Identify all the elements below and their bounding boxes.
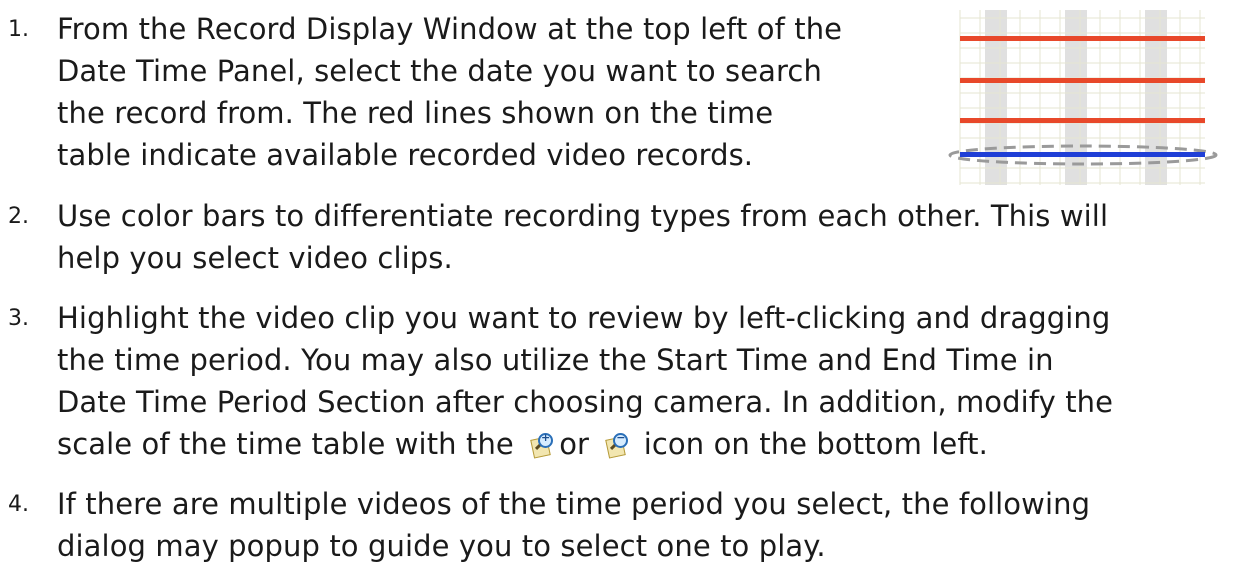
step-number: 4. [8, 492, 29, 517]
step-text-line: help you select video clips. [57, 241, 453, 275]
step-text-line: Date Time Panel, select the date you wan… [57, 54, 822, 88]
step-number: 3. [8, 306, 29, 331]
step-text-line: the record from. The red lines shown on … [57, 96, 774, 130]
recorded-video-row [960, 36, 1205, 41]
step-text-line: From the Record Display Window at the to… [57, 12, 843, 46]
step-text-line: Use color bars to differentiate recordin… [57, 199, 1109, 233]
recorded-video-row [960, 118, 1205, 123]
step-text-segment: or [559, 427, 590, 461]
time-table-graphic [948, 10, 1218, 185]
step-text-line-with-icons: scale of the time table with the + or − … [57, 423, 988, 465]
step-number: 1. [8, 17, 29, 42]
step-text-line: Highlight the video clip you want to rev… [57, 301, 1111, 335]
zoom-out-icon: − [604, 431, 629, 459]
step-text-line: table indicate available recorded video … [57, 138, 754, 172]
step-text-line: dialog may popup to guide you to select … [57, 529, 826, 563]
step-text-line: If there are multiple videos of the time… [57, 487, 1091, 521]
recorded-video-row [960, 78, 1205, 83]
selected-record-row [960, 152, 1205, 157]
step-text-line: Date Time Period Section after choosing … [57, 385, 1114, 419]
step-text-segment: icon on the bottom left. [643, 427, 988, 461]
step-text-segment: scale of the time table with the [57, 427, 514, 461]
time-table-illustration [948, 10, 1218, 185]
zoom-in-icon: + [529, 431, 554, 459]
step-number: 2. [8, 204, 29, 229]
step-text-line: the time period. You may also utilize th… [57, 343, 1054, 377]
